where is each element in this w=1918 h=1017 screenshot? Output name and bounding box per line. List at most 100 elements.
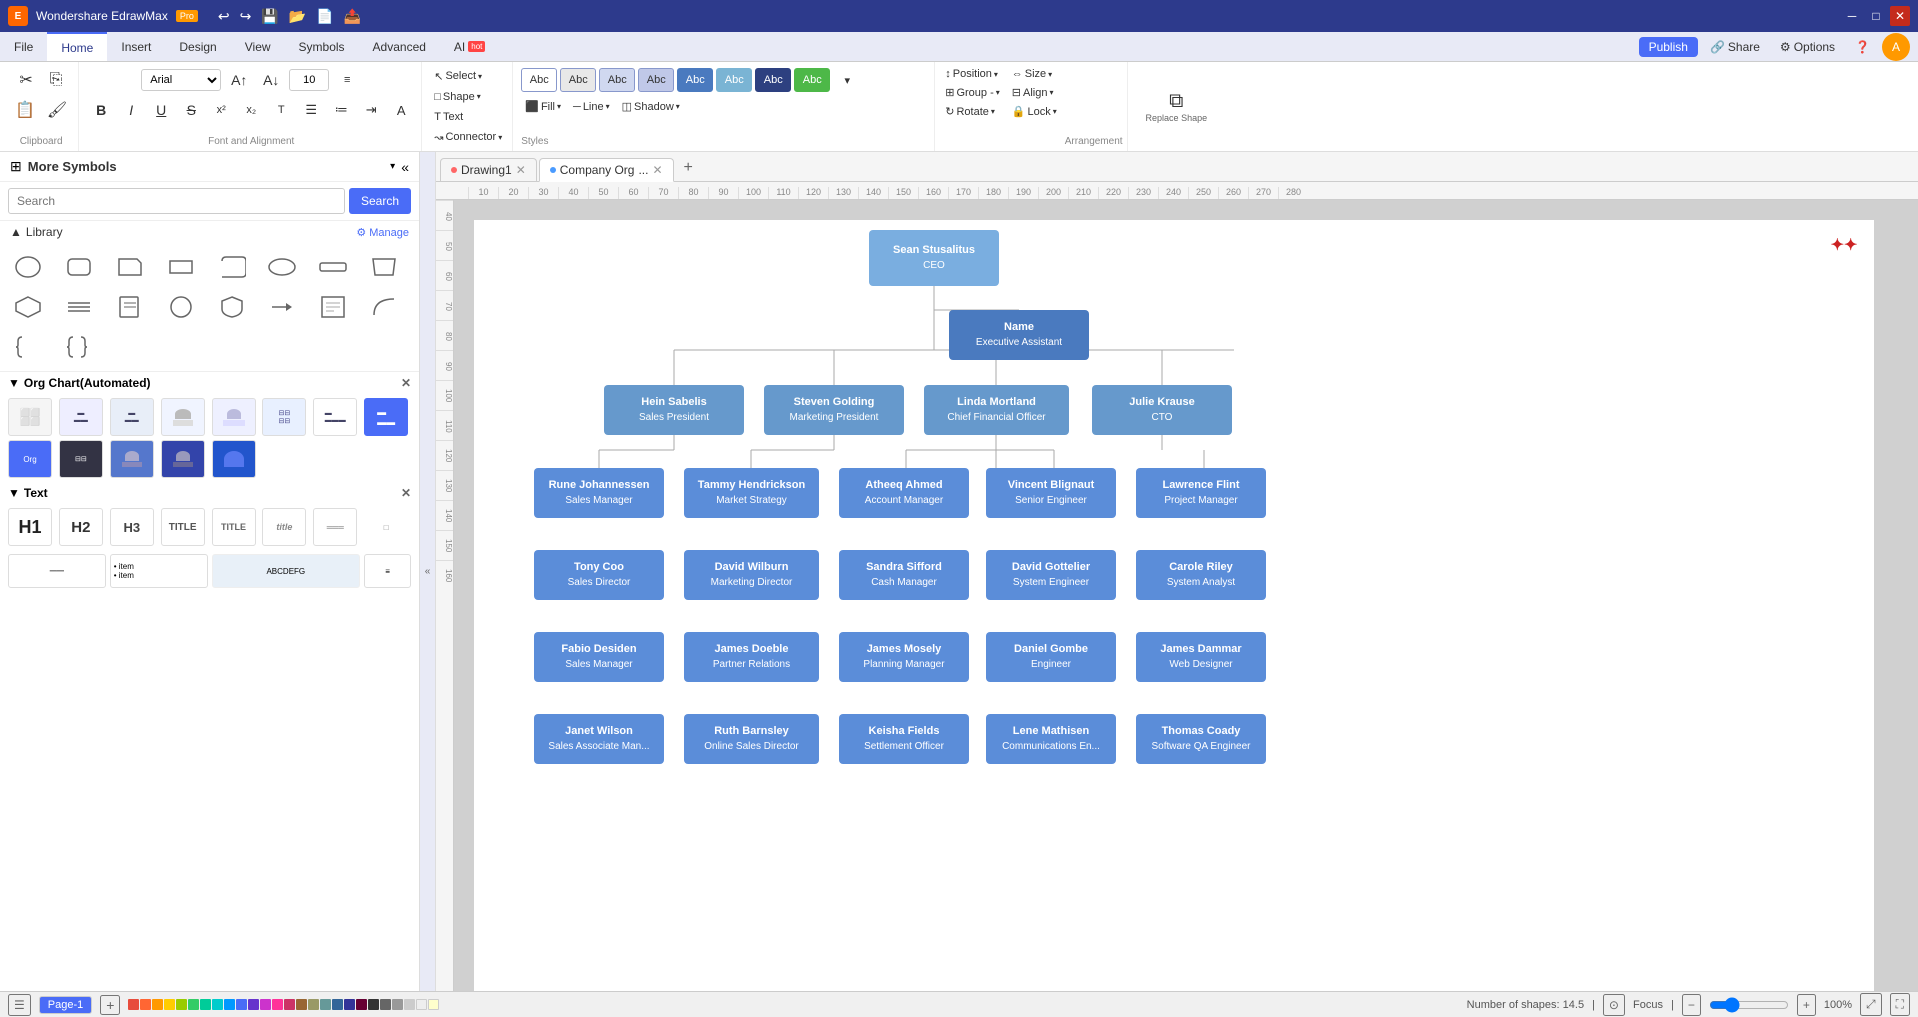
text-style-6[interactable]: title bbox=[262, 508, 306, 546]
org-node-so1[interactable]: Keisha Fields Settlement Officer bbox=[839, 714, 969, 764]
shadow-button[interactable]: ◫ Shadow ▾ bbox=[618, 98, 684, 115]
tab-close-company-org[interactable]: ✕ bbox=[652, 163, 662, 177]
line-button[interactable]: ─ Line ▾ bbox=[569, 98, 614, 115]
org-node-pr1[interactable]: James Doeble Partner Relations bbox=[684, 632, 819, 682]
open-quick-btn[interactable]: 📂 bbox=[285, 6, 310, 27]
select-button[interactable]: ↖ Select ▾ bbox=[430, 68, 486, 85]
undo-button[interactable]: ↩ bbox=[214, 6, 234, 27]
focus-mode-button[interactable]: ⊙ bbox=[1603, 994, 1625, 1016]
menu-symbols[interactable]: Symbols bbox=[285, 32, 359, 61]
export-quick-btn[interactable]: 📤 bbox=[340, 6, 365, 27]
color-light[interactable] bbox=[404, 999, 415, 1010]
menu-file[interactable]: File bbox=[0, 32, 47, 61]
size-button[interactable]: ⇔ Size ▾ bbox=[1008, 66, 1061, 82]
font-size-input[interactable] bbox=[289, 69, 329, 91]
text-style-8[interactable]: □ bbox=[364, 508, 408, 546]
menu-home[interactable]: Home bbox=[47, 32, 107, 61]
org-node-eng1[interactable]: Daniel Gombe Engineer bbox=[986, 632, 1116, 682]
shape-brace[interactable] bbox=[8, 329, 48, 365]
publish-button[interactable]: Publish bbox=[1639, 37, 1698, 57]
color-rose[interactable] bbox=[284, 999, 295, 1010]
style-shape-8[interactable]: Abc bbox=[794, 68, 830, 92]
org-node-cto[interactable]: Julie Krause CTO bbox=[1092, 385, 1232, 435]
style-shape-3[interactable]: Abc bbox=[599, 68, 635, 92]
org-node-cm1[interactable]: Sandra Sifford Cash Manager bbox=[839, 550, 969, 600]
shape-wide-rect[interactable] bbox=[313, 249, 353, 285]
help-button[interactable]: ❓ bbox=[1847, 37, 1878, 57]
style-shape-2[interactable]: Abc bbox=[560, 68, 596, 92]
redo-button[interactable]: ↪ bbox=[236, 6, 256, 27]
page-tab[interactable]: Page-1 bbox=[39, 996, 92, 1014]
paste-button[interactable]: 📋 bbox=[10, 96, 40, 124]
text-color-button[interactable]: T bbox=[267, 96, 295, 124]
style-shape-1[interactable]: Abc bbox=[521, 68, 557, 92]
fill-color-button[interactable]: A bbox=[387, 96, 415, 124]
style-shape-5[interactable]: Abc bbox=[677, 68, 713, 92]
org-template-1[interactable]: ⬜⬜⬜⬜ bbox=[8, 398, 52, 436]
color-red[interactable] bbox=[128, 999, 139, 1010]
color-amber[interactable] bbox=[152, 999, 163, 1010]
org-node-qa1[interactable]: Thomas Coady Software QA Engineer bbox=[1136, 714, 1266, 764]
org-template-6[interactable]: ⊟⊟⊟⊟ bbox=[262, 398, 306, 436]
text-extra-1[interactable]: ── bbox=[8, 554, 106, 588]
text-button[interactable]: T Text bbox=[430, 109, 467, 125]
text-style-4[interactable]: TITLE bbox=[161, 508, 205, 546]
org-template-5[interactable] bbox=[212, 398, 256, 436]
color-navy[interactable] bbox=[344, 999, 355, 1010]
align-btn[interactable]: ⊟ Align ▾ bbox=[1008, 84, 1061, 101]
color-cyan[interactable] bbox=[212, 999, 223, 1010]
org-node-plm1[interactable]: James Mosely Planning Manager bbox=[839, 632, 969, 682]
org-section-close[interactable]: ✕ bbox=[401, 376, 411, 390]
text-style-5[interactable]: TITLE bbox=[212, 508, 256, 546]
org-template-13[interactable] bbox=[212, 440, 256, 478]
color-brown[interactable] bbox=[296, 999, 307, 1010]
menu-design[interactable]: Design bbox=[165, 32, 230, 61]
text-extra-2[interactable]: • item• item bbox=[110, 554, 208, 588]
org-template-7[interactable]: ▬▬▬▬ bbox=[313, 398, 357, 436]
color-white[interactable] bbox=[416, 999, 427, 1010]
options-button[interactable]: ⚙ Options bbox=[1772, 37, 1843, 57]
color-blue[interactable] bbox=[236, 999, 247, 1010]
manage-link[interactable]: ⚙ Manage bbox=[356, 226, 409, 239]
org-node-se1[interactable]: Vincent Blignaut Senior Engineer bbox=[986, 468, 1116, 518]
strikethrough-button[interactable]: S bbox=[177, 96, 205, 124]
org-template-8[interactable]: ▬▬▬ bbox=[364, 398, 408, 436]
sidebar-toggle-status[interactable]: ☰ bbox=[8, 994, 31, 1016]
shape-doc[interactable] bbox=[313, 289, 353, 325]
cut-button[interactable]: ✂ bbox=[12, 66, 40, 94]
org-node-sd1[interactable]: Tony Coo Sales Director bbox=[534, 550, 664, 600]
styles-more-button[interactable]: ▾ bbox=[833, 66, 861, 94]
menu-insert[interactable]: Insert bbox=[107, 32, 165, 61]
color-gray[interactable] bbox=[380, 999, 391, 1010]
color-green[interactable] bbox=[188, 999, 199, 1010]
superscript-button[interactable]: x² bbox=[207, 96, 235, 124]
color-olive[interactable] bbox=[308, 999, 319, 1010]
text-extra-3[interactable]: ABCDEFG bbox=[212, 554, 361, 588]
shape-trapezoid[interactable] bbox=[364, 249, 404, 285]
text-h1[interactable]: H1 bbox=[8, 508, 52, 546]
org-node-osd1[interactable]: Ruth Barnsley Online Sales Director bbox=[684, 714, 819, 764]
color-pink[interactable] bbox=[272, 999, 283, 1010]
style-shape-4[interactable]: Abc bbox=[638, 68, 674, 92]
org-node-sysa1[interactable]: Carole Riley System Analyst bbox=[1136, 550, 1266, 600]
org-template-10[interactable]: ⊟⊟ bbox=[59, 440, 103, 478]
text-section-header[interactable]: ▼ Text ✕ bbox=[0, 482, 419, 504]
zoom-in-button[interactable]: + bbox=[1797, 994, 1816, 1016]
color-lime[interactable] bbox=[176, 999, 187, 1010]
sidebar-toggle-button[interactable]: « bbox=[420, 152, 436, 991]
shape-circle[interactable] bbox=[8, 249, 48, 285]
fullscreen-button[interactable]: ⛶ bbox=[1890, 993, 1910, 1016]
pdf-quick-btn[interactable]: 📄 bbox=[312, 6, 337, 27]
org-node-cfo[interactable]: Linda Mortland Chief Financial Officer bbox=[924, 385, 1069, 435]
tab-add-button[interactable]: + bbox=[676, 155, 701, 181]
org-template-3[interactable]: ▬▬▬ bbox=[110, 398, 154, 436]
org-section-header[interactable]: ▼ Org Chart(Automated) ✕ bbox=[0, 372, 419, 394]
org-node-md1[interactable]: David Wilburn Marketing Director bbox=[684, 550, 819, 600]
shape-oval[interactable] bbox=[262, 249, 302, 285]
rotate-button[interactable]: ↻ Rotate ▾ bbox=[941, 103, 1004, 120]
color-yellow[interactable] bbox=[164, 999, 175, 1010]
text-style-7[interactable]: ═══ bbox=[313, 508, 357, 546]
org-node-pm1[interactable]: Lawrence Flint Project Manager bbox=[1136, 468, 1266, 518]
org-node-sm1[interactable]: Rune Johannessen Sales Manager bbox=[534, 468, 664, 518]
text-extra-4[interactable]: ≡ bbox=[364, 554, 411, 588]
